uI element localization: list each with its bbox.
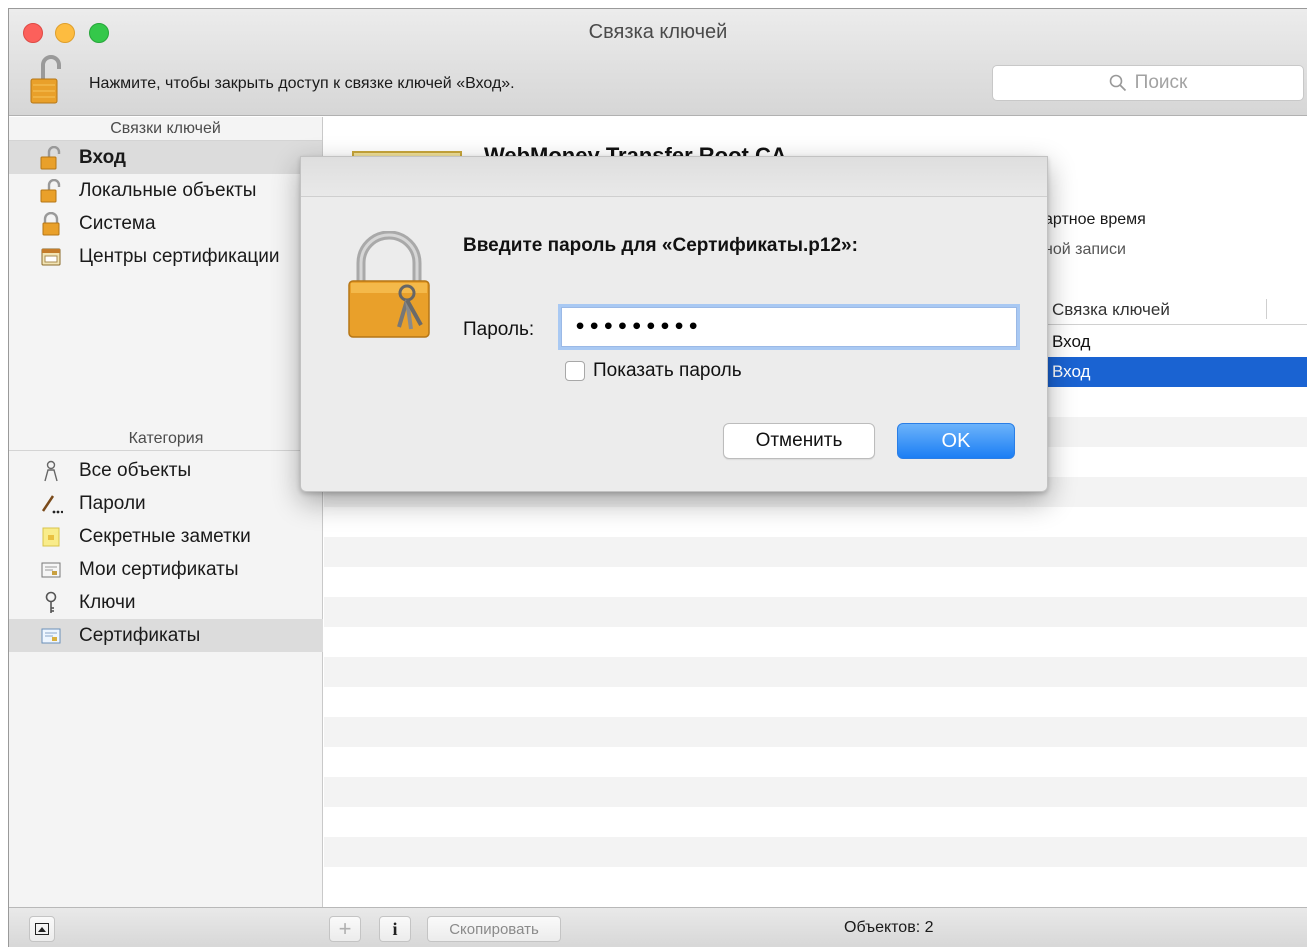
add-item-button[interactable]: + <box>329 916 361 942</box>
column-divider[interactable] <box>1266 299 1267 319</box>
my-certificate-icon <box>37 557 65 583</box>
show-password-toggle[interactable]: Показать пароль <box>565 360 742 382</box>
show-password-label: Показать пароль <box>593 360 742 381</box>
sidebar-item-passwords[interactable]: Пароли <box>9 487 323 520</box>
sidebar-item-system[interactable]: Система <box>9 207 322 240</box>
cancel-button[interactable]: Отменить <box>723 423 875 459</box>
sidebar-item-label: Все объекты <box>79 459 192 481</box>
people-icon <box>37 458 65 484</box>
lock-open-icon <box>37 145 65 171</box>
key-icon <box>37 590 65 616</box>
lock-open-icon <box>37 178 65 204</box>
table-row-selected[interactable]: Вход <box>1044 357 1307 387</box>
empty-row <box>324 837 1307 867</box>
lock-closed-icon <box>37 211 65 237</box>
note-icon <box>37 524 65 550</box>
sidebar-item-label: Центры сертификации <box>79 245 280 267</box>
password-dialog: Введите пароль для «Сертификаты.p12»: Па… <box>300 156 1048 492</box>
bottom-bar: + i Скопировать Объектов: 2 <box>9 907 1307 947</box>
dialog-prompt: Введите пароль для «Сертификаты.p12»: <box>463 235 858 256</box>
certificate-cabinet-icon <box>37 244 65 270</box>
sidebar-item-certificate-authorities[interactable]: Центры сертификации <box>9 240 322 273</box>
show-password-checkbox[interactable] <box>565 361 585 381</box>
empty-row <box>324 537 1307 567</box>
pen-icon <box>37 491 65 517</box>
sidebar-item-label: Сертификаты <box>79 624 201 646</box>
empty-row <box>324 717 1307 747</box>
detail-line: ной записи <box>1044 241 1126 258</box>
info-button[interactable]: i <box>379 916 411 942</box>
password-label: Пароль: <box>463 319 535 340</box>
title-bar: Связка ключей Нажмите, чтобы закрыть дос… <box>9 9 1307 116</box>
empty-row <box>324 597 1307 627</box>
sidebar-toggle-icon <box>35 923 49 935</box>
certificate-icon <box>37 623 65 649</box>
table-row[interactable]: Вход <box>1044 327 1307 357</box>
column-header-keychain[interactable]: Связка ключей <box>1044 295 1307 325</box>
toggle-sidebar-button[interactable] <box>29 916 55 942</box>
sidebar-item-label: Вход <box>79 146 126 168</box>
keychains-header: Связки ключей <box>9 117 322 141</box>
sidebar-item-certificates[interactable]: Сертификаты <box>9 619 323 652</box>
lock-hint-text[interactable]: Нажмите, чтобы закрыть доступ к связке к… <box>89 75 515 93</box>
sidebar-item-label: Ключи <box>79 591 136 613</box>
item-count: Объектов: 2 <box>844 919 934 936</box>
sidebar: Связки ключей Вход Локальные объекты Сис… <box>9 117 323 907</box>
ok-button[interactable]: OK <box>897 423 1015 459</box>
lock-open-icon[interactable] <box>29 55 63 105</box>
sidebar-item-keys[interactable]: Ключи <box>9 586 323 619</box>
sidebar-item-login[interactable]: Вход <box>9 141 322 174</box>
window-title: Связка ключей <box>588 21 728 43</box>
keychain-lock-icon <box>347 230 433 339</box>
sidebar-item-local-items[interactable]: Локальные объекты <box>9 174 322 207</box>
search-icon <box>1109 74 1126 92</box>
sidebar-item-label: Секретные заметки <box>79 525 251 547</box>
sidebar-item-label: Мои сертификаты <box>79 558 239 580</box>
empty-row <box>324 777 1307 807</box>
detail-line: артное время <box>1044 211 1146 228</box>
sidebar-item-all-items[interactable]: Все объекты <box>9 454 323 487</box>
dialog-top-edge <box>301 157 1047 197</box>
sidebar-item-secure-notes[interactable]: Секретные заметки <box>9 520 323 553</box>
sidebar-item-label: Локальные объекты <box>79 179 257 201</box>
search-placeholder: Поиск <box>1134 72 1188 93</box>
password-field[interactable]: ••••••••• <box>561 307 1017 347</box>
sidebar-item-label: Система <box>79 212 156 234</box>
sidebar-item-my-certificates[interactable]: Мои сертификаты <box>9 553 323 586</box>
search-input[interactable]: Поиск <box>992 65 1304 101</box>
empty-row <box>324 657 1307 687</box>
category-list: Все объекты Пароли Секретные заметки Мои… <box>9 454 323 652</box>
copy-button[interactable]: Скопировать <box>427 916 561 942</box>
sidebar-item-label: Пароли <box>79 492 146 514</box>
category-header: Категория <box>9 427 323 451</box>
